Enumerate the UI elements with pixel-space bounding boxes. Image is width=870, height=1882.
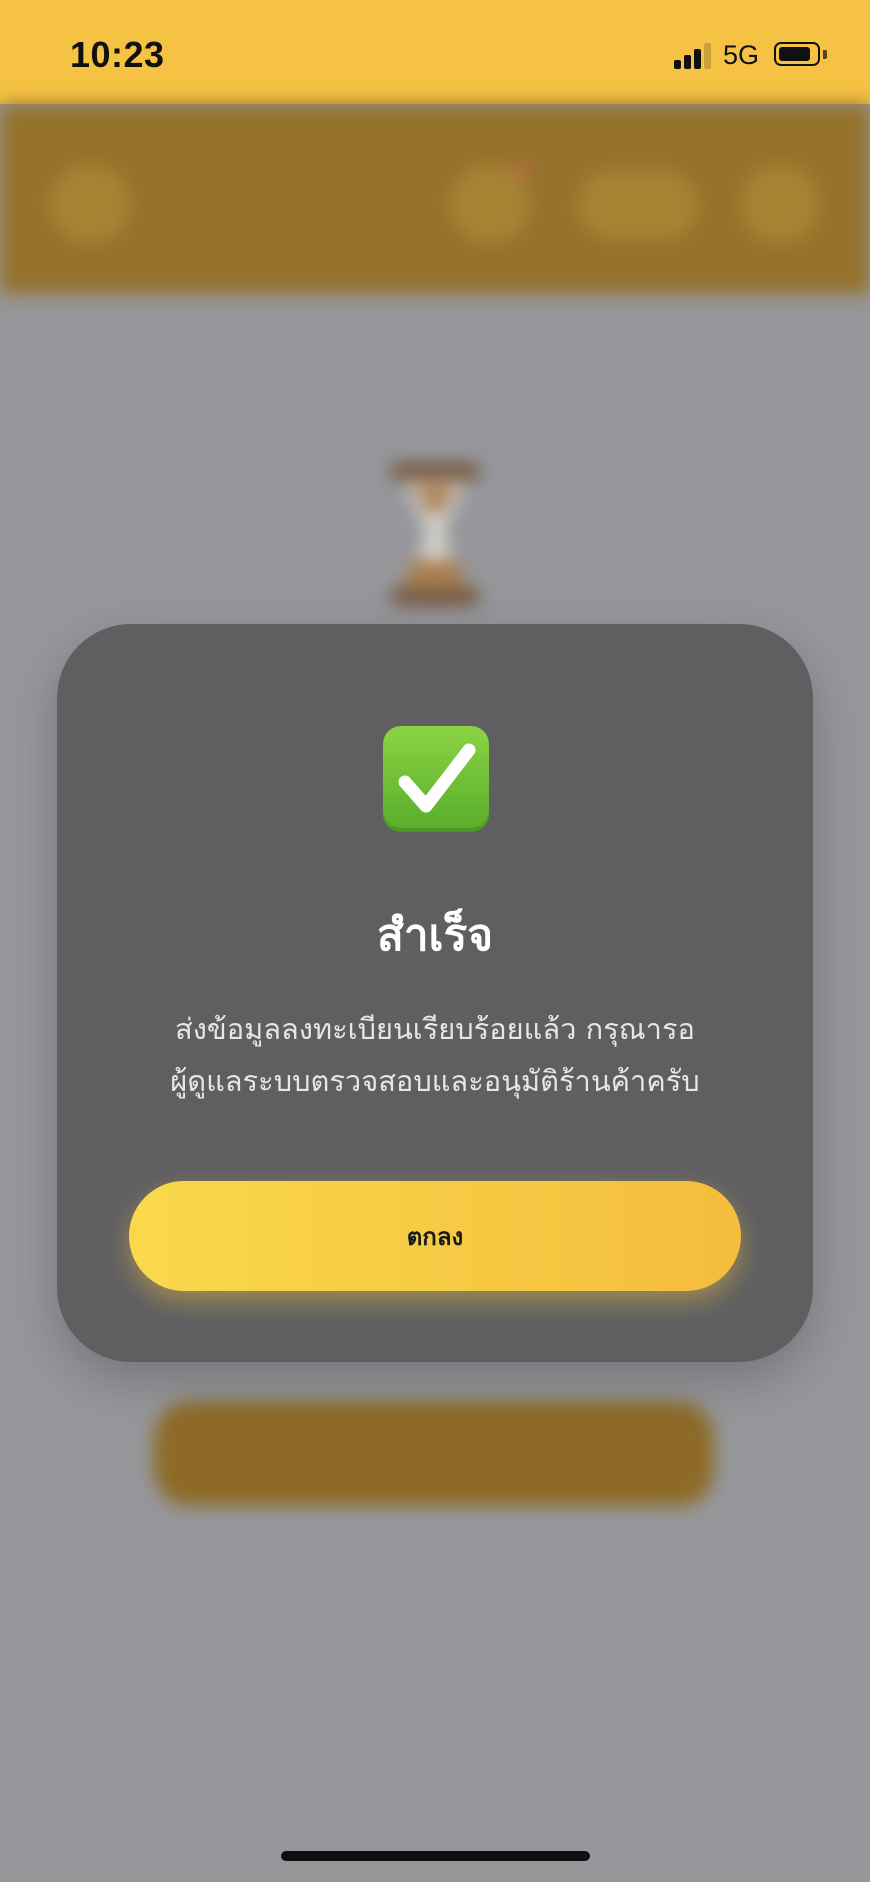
dialog-message: ส่งข้อมูลลงทะเบียนเรียบร้อยแล้ว กรุณารอ … (97, 1003, 773, 1107)
profile-icon (740, 164, 820, 244)
status-bar: 10:23 5G (0, 0, 870, 104)
hourglass-icon (392, 464, 478, 604)
battery-icon (774, 42, 820, 66)
battery-level-fill (779, 47, 810, 61)
success-dialog: สำเร็จ ส่งข้อมูลลงทะเบียนเรียบร้อยแล้ว ก… (57, 624, 813, 1362)
dialog-message-line: ผู้ดูแลระบบตรวจสอบและอนุมัติร้านค้าครับ (170, 1064, 700, 1098)
menu-icon (50, 164, 130, 244)
background-button (154, 1402, 714, 1506)
home-indicator[interactable] (281, 1851, 590, 1861)
cart-badge (516, 164, 528, 176)
battery-cap (823, 50, 827, 59)
ok-button[interactable]: ตกลง (129, 1181, 741, 1291)
cart-icon (450, 164, 530, 244)
background-header (0, 104, 870, 294)
dialog-title: สำเร็จ (376, 910, 493, 961)
check-mark-button-icon (383, 726, 489, 832)
dialog-message-line: ส่งข้อมูลลงทะเบียนเรียบร้อยแล้ว กรุณารอ (175, 1012, 695, 1046)
cellular-signal-icon (674, 43, 714, 69)
status-time: 10:23 (70, 34, 165, 75)
network-type: 5G (723, 40, 760, 70)
language-icon (578, 170, 698, 240)
